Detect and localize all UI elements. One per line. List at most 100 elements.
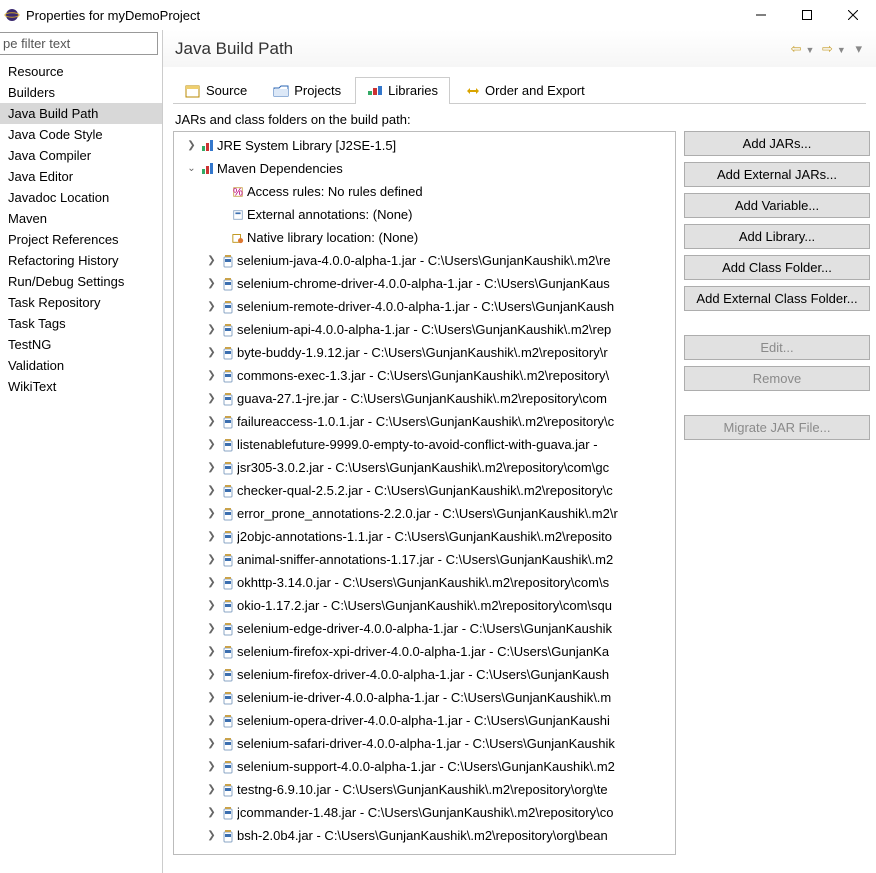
tree-node-jar[interactable]: ❯byte-buddy-1.9.12.jar - C:\Users\Gunjan… [174, 341, 675, 364]
nav-item[interactable]: Project References [0, 229, 162, 250]
tree-icon [219, 668, 237, 682]
nav-item[interactable]: Maven [0, 208, 162, 229]
tree-node-jar[interactable]: ❯failureaccess-1.0.1.jar - C:\Users\Gunj… [174, 410, 675, 433]
tree-node-jar[interactable]: ❯selenium-chrome-driver-4.0.0-alpha-1.ja… [174, 272, 675, 295]
tree-icon [219, 576, 237, 590]
chevron-icon[interactable]: ❯ [204, 508, 219, 519]
tree-node-jar[interactable]: ❯selenium-api-4.0.0-alpha-1.jar - C:\Use… [174, 318, 675, 341]
tree-node-jar[interactable]: ❯okio-1.17.2.jar - C:\Users\GunjanKaushi… [174, 594, 675, 617]
maximize-button[interactable] [784, 0, 830, 30]
tree-node-maven[interactable]: ⌄Maven Dependencies [174, 157, 675, 180]
nav-item[interactable]: Java Build Path [0, 103, 162, 124]
chevron-icon[interactable]: ❯ [204, 255, 219, 266]
chevron-icon[interactable]: ❯ [204, 278, 219, 289]
chevron-icon[interactable]: ❯ [204, 577, 219, 588]
history-nav-icons[interactable]: ⇦▼ ⇨▼ ▾ [789, 41, 864, 57]
nav-item[interactable]: Javadoc Location [0, 187, 162, 208]
tree-node-jar[interactable]: ❯jcommander-1.48.jar - C:\Users\GunjanKa… [174, 801, 675, 824]
tree-node-native[interactable]: Native library location: (None) [174, 226, 675, 249]
chevron-icon[interactable]: ❯ [204, 393, 219, 404]
tab-projects[interactable]: Projects [261, 77, 353, 104]
tree-node-jar[interactable]: ❯selenium-remote-driver-4.0.0-alpha-1.ja… [174, 295, 675, 318]
chevron-icon[interactable]: ❯ [204, 784, 219, 795]
tree-node-jar[interactable]: ❯bsh-2.0b4.jar - C:\Users\GunjanKaushik\… [174, 824, 675, 847]
tree-node-access[interactable]: %Access rules: No rules defined [174, 180, 675, 203]
chevron-icon[interactable]: ❯ [204, 554, 219, 565]
chevron-icon[interactable]: ❯ [204, 485, 219, 496]
chevron-icon[interactable]: ❯ [204, 761, 219, 772]
add-external-class-folder-button[interactable]: Add External Class Folder... [684, 286, 870, 311]
tree-node-annotations[interactable]: External annotations: (None) [174, 203, 675, 226]
nav-item[interactable]: Refactoring History [0, 250, 162, 271]
tree-node-jar[interactable]: ❯selenium-firefox-xpi-driver-4.0.0-alpha… [174, 640, 675, 663]
tree-node-jar[interactable]: ❯selenium-safari-driver-4.0.0-alpha-1.ja… [174, 732, 675, 755]
chevron-icon[interactable]: ❯ [204, 370, 219, 381]
chevron-icon[interactable]: ❯ [204, 600, 219, 611]
chevron-icon[interactable]: ❯ [204, 669, 219, 680]
category-tree[interactable]: ResourceBuildersJava Build PathJava Code… [0, 57, 162, 401]
nav-item[interactable]: Java Editor [0, 166, 162, 187]
tree-node-jar[interactable]: ❯checker-qual-2.5.2.jar - C:\Users\Gunja… [174, 479, 675, 502]
tree-node-jre[interactable]: ❯JRE System Library [J2SE-1.5] [174, 134, 675, 157]
tree-node-jar[interactable]: ❯ selenium-java-4.0.0-alpha-1.jar - C:\Us… [174, 249, 675, 272]
tree-node-jar[interactable]: ❯selenium-opera-driver-4.0.0-alpha-1.jar… [174, 709, 675, 732]
chevron-icon[interactable]: ❯ [204, 347, 219, 358]
tree-label: selenium-java-4.0.0-alpha-1.jar - C:\Use… [237, 253, 611, 268]
tree-node-jar[interactable]: ❯selenium-edge-driver-4.0.0-alpha-1.jar … [174, 617, 675, 640]
filter-input[interactable]: pe filter text [0, 32, 158, 55]
chevron-icon[interactable]: ❯ [204, 646, 219, 657]
tree-node-jar[interactable]: ❯jsr305-3.0.2.jar - C:\Users\GunjanKaush… [174, 456, 675, 479]
nav-item[interactable]: Task Repository [0, 292, 162, 313]
chevron-icon[interactable]: ❯ [184, 140, 199, 151]
forward-icon[interactable]: ⇨ [822, 41, 833, 56]
chevron-icon[interactable]: ❯ [204, 462, 219, 473]
tree-node-jar[interactable]: ❯animal-sniffer-annotations-1.17.jar - C… [174, 548, 675, 571]
tree-node-jar[interactable]: ❯okhttp-3.14.0.jar - C:\Users\GunjanKaus… [174, 571, 675, 594]
back-icon[interactable]: ⇦ [791, 41, 802, 56]
tree-node-jar[interactable]: ❯selenium-ie-driver-4.0.0-alpha-1.jar - … [174, 686, 675, 709]
chevron-icon[interactable]: ❯ [204, 807, 219, 818]
nav-item[interactable]: Resource [0, 61, 162, 82]
chevron-icon[interactable]: ❯ [204, 623, 219, 634]
nav-item[interactable]: Builders [0, 82, 162, 103]
tree-icon [219, 553, 237, 567]
add-class-folder-button[interactable]: Add Class Folder... [684, 255, 870, 280]
close-button[interactable] [830, 0, 876, 30]
chevron-icon[interactable]: ❯ [204, 439, 219, 450]
tree-node-jar[interactable]: ❯selenium-firefox-driver-4.0.0-alpha-1.j… [174, 663, 675, 686]
nav-item[interactable]: Java Code Style [0, 124, 162, 145]
tree-node-jar[interactable]: ❯j2objc-annotations-1.1.jar - C:\Users\G… [174, 525, 675, 548]
chevron-icon[interactable]: ❯ [204, 738, 219, 749]
nav-item[interactable]: TestNG [0, 334, 162, 355]
add-variable-button[interactable]: Add Variable... [684, 193, 870, 218]
nav-item[interactable]: Task Tags [0, 313, 162, 334]
tree-node-jar[interactable]: ❯guava-27.1-jre.jar - C:\Users\GunjanKau… [174, 387, 675, 410]
minimize-button[interactable] [738, 0, 784, 30]
tree-node-jar[interactable]: ❯testng-6.9.10.jar - C:\Users\GunjanKaus… [174, 778, 675, 801]
libraries-tree[interactable]: ❯JRE System Library [J2SE-1.5]⌄Maven Dep… [173, 131, 676, 855]
nav-item[interactable]: Validation [0, 355, 162, 376]
chevron-icon[interactable]: ❯ [204, 692, 219, 703]
chevron-icon[interactable]: ❯ [204, 324, 219, 335]
tree-node-jar[interactable]: ❯error_prone_annotations-2.2.0.jar - C:\… [174, 502, 675, 525]
chevron-icon[interactable]: ❯ [204, 531, 219, 542]
tab-source[interactable]: Source [173, 77, 259, 104]
tree-label: commons-exec-1.3.jar - C:\Users\GunjanKa… [237, 368, 609, 383]
tab-libraries[interactable]: Libraries [355, 77, 450, 104]
tab-order-and-export[interactable]: Order and Export [452, 77, 597, 104]
add-jars-button[interactable]: Add JARs... [684, 131, 870, 156]
nav-item[interactable]: Java Compiler [0, 145, 162, 166]
tree-node-jar[interactable]: ❯selenium-support-4.0.0-alpha-1.jar - C:… [174, 755, 675, 778]
chevron-icon[interactable]: ⌄ [184, 163, 199, 174]
chevron-icon[interactable]: ❯ [204, 715, 219, 726]
chevron-icon[interactable]: ❯ [204, 830, 219, 841]
chevron-icon[interactable]: ❯ [204, 416, 219, 427]
chevron-icon[interactable]: ❯ [204, 301, 219, 312]
add-library-button[interactable]: Add Library... [684, 224, 870, 249]
add-external-jars-button[interactable]: Add External JARs... [684, 162, 870, 187]
tree-icon [219, 737, 237, 751]
tree-node-jar[interactable]: ❯listenablefuture-9999.0-empty-to-avoid-… [174, 433, 675, 456]
tree-node-jar[interactable]: ❯ commons-exec-1.3.jar - C:\Users\GunjanK… [174, 364, 675, 387]
nav-item[interactable]: Run/Debug Settings [0, 271, 162, 292]
nav-item[interactable]: WikiText [0, 376, 162, 397]
